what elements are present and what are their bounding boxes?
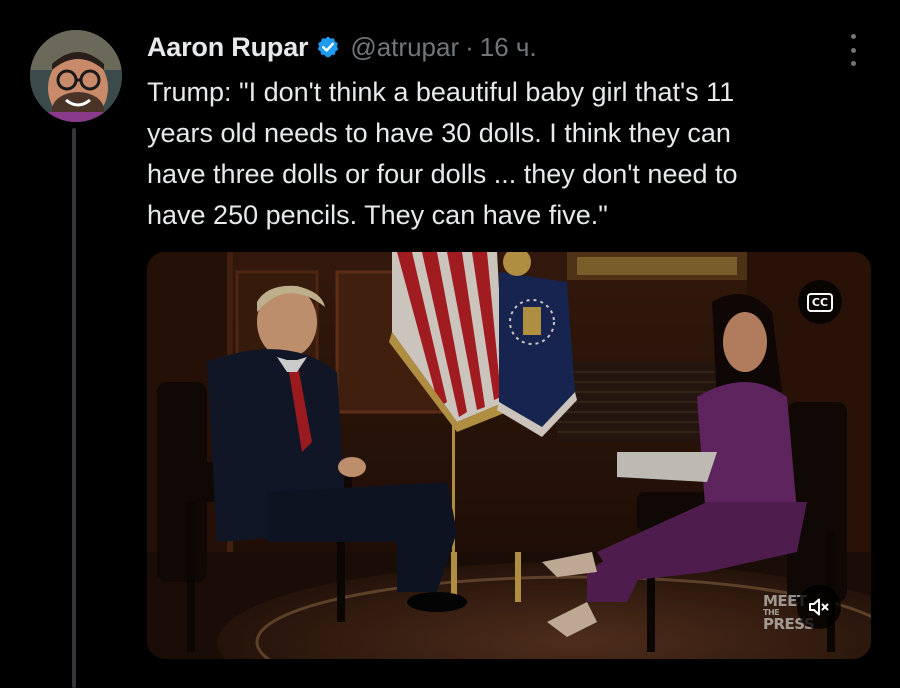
author-name[interactable]: Aaron Rupar [147, 32, 309, 63]
tweet-header: Aaron Rupar @atrupar · 16 ч. [147, 30, 537, 64]
muted-speaker-icon [809, 598, 829, 616]
tweet-text-line: years old needs to have 30 dolls. I thin… [147, 118, 731, 148]
tweet-text-line: have 250 pencils. They can have five." [147, 200, 608, 230]
tweet-text-line: Trump: "I don't think a beautiful baby g… [147, 77, 735, 107]
avatar[interactable] [30, 30, 122, 122]
more-dot [850, 34, 856, 39]
video-player[interactable]: CC MEET THE PRESS [147, 252, 871, 659]
separator-dot: · [465, 31, 474, 62]
closed-captions-button[interactable]: CC [798, 280, 842, 324]
closed-captions-icon: CC [806, 292, 834, 312]
timestamp[interactable]: 16 ч. [480, 32, 537, 63]
tweet-text-line: have three dolls or four dolls ... they … [147, 159, 738, 189]
tweet-text: Trump: "I don't think a beautiful baby g… [147, 72, 847, 236]
more-options-icon[interactable] [838, 34, 868, 66]
verified-badge-icon[interactable] [316, 35, 340, 59]
mute-button[interactable] [797, 585, 841, 629]
thread-line [72, 128, 76, 688]
more-dot [850, 61, 856, 66]
more-dot [850, 47, 856, 53]
author-handle[interactable]: @atrupar [350, 32, 459, 63]
tweet[interactable]: Aaron Rupar @atrupar · 16 ч. Trump: "I d… [0, 0, 900, 688]
